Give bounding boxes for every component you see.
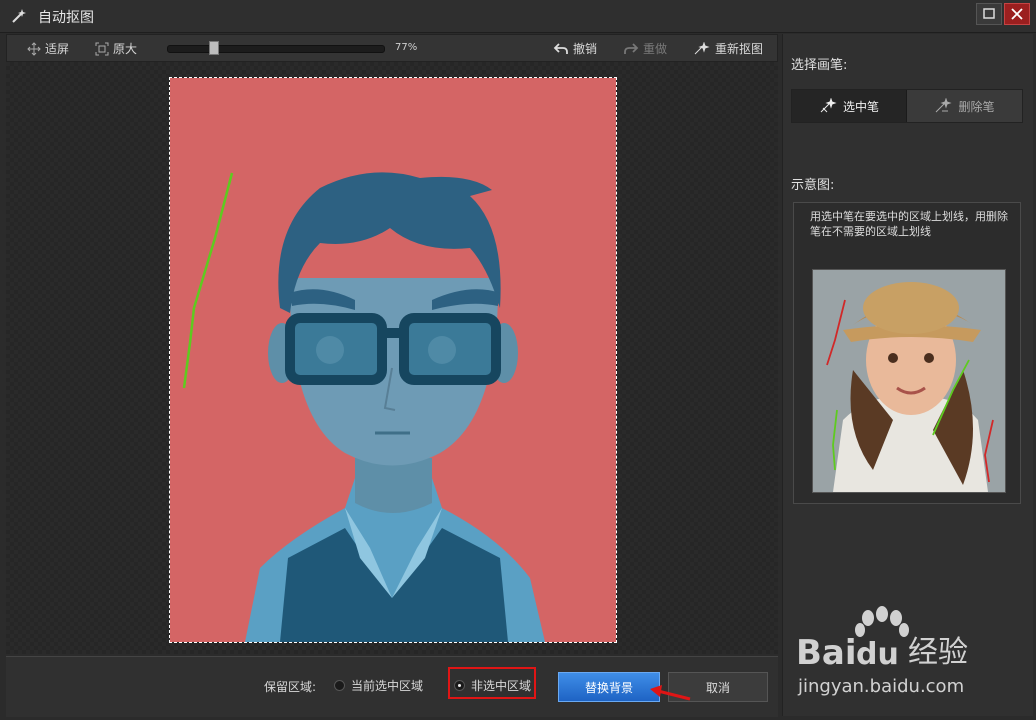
select-pen-icon <box>820 98 837 113</box>
keep-area-label: 保留区域: <box>264 680 317 694</box>
delete-pen-button[interactable]: 删除笔 <box>907 90 1022 122</box>
undo-label: 撤销 <box>573 42 598 56</box>
svg-text:jingyan.baidu.com: jingyan.baidu.com <box>797 676 964 697</box>
radio-current-label: 当前选中区域 <box>351 679 424 693</box>
choose-pen-label: 选择画笔: <box>791 58 848 73</box>
select-pen-button[interactable]: 选中笔 <box>792 90 907 122</box>
baidu-watermark: Bai du 经验 jingyan.baidu.com <box>796 604 996 704</box>
demo-girl-photo <box>812 269 1006 493</box>
original-size-button[interactable]: 原大 <box>95 40 137 57</box>
cartoon-portrait-image <box>170 78 616 642</box>
title-bar: 自动抠图 <box>0 0 1036 33</box>
demo-label: 示意图: <box>791 178 835 193</box>
redo-icon <box>624 42 639 54</box>
redo-button[interactable]: 重做 <box>623 40 667 57</box>
editing-canvas[interactable] <box>6 62 778 654</box>
demo-instructions: 用选中笔在要选中的区域上划线，用删除笔在不需要的区域上划线 <box>810 210 1008 238</box>
radio-non-selected-label: 非选中区域 <box>471 679 532 693</box>
original-size-label: 原大 <box>113 42 138 56</box>
delete-pen-icon <box>936 98 953 113</box>
redo-label: 重做 <box>643 42 668 56</box>
toolbar: 适屏 原大 77% 撤销 重做 重新抠图 <box>6 34 778 62</box>
baidu-paw-logo: Bai du 经验 jingyan.baidu.com <box>796 606 968 697</box>
svg-text:du: du <box>856 637 899 672</box>
replace-background-button[interactable]: 替换背景 <box>558 672 660 702</box>
original-size-icon <box>95 42 109 55</box>
demo-panel: 用选中笔在要选中的区域上划线，用删除笔在不需要的区域上划线 <box>793 202 1021 504</box>
recut-icon <box>694 41 710 54</box>
svg-text:Bai: Bai <box>796 633 857 673</box>
image-preview[interactable] <box>169 77 617 643</box>
select-pen-label: 选中笔 <box>842 99 879 114</box>
fit-screen-icon <box>27 41 41 56</box>
zoom-slider-thumb[interactable] <box>209 41 220 55</box>
zoom-percentage: 77% <box>395 42 418 53</box>
radio-non-selected[interactable]: 非选中区域 <box>454 677 531 694</box>
close-button[interactable] <box>1004 3 1030 25</box>
radio-dot-non-selected <box>454 680 465 691</box>
fit-screen-label: 适屏 <box>45 42 70 56</box>
zoom-slider[interactable] <box>167 41 385 55</box>
maximize-icon <box>983 8 995 19</box>
undo-button[interactable]: 撤销 <box>553 40 597 57</box>
svg-text:经验: 经验 <box>908 635 968 670</box>
recut-button[interactable]: 重新抠图 <box>693 40 763 57</box>
window-title: 自动抠图 <box>38 10 94 26</box>
fit-screen-button[interactable]: 适屏 <box>27 40 69 57</box>
pen-selector: 选中笔 删除笔 <box>791 89 1023 123</box>
magic-wand-icon <box>12 9 26 23</box>
bottom-bar: 保留区域: 当前选中区域 非选中区域 替换背景 取消 <box>6 656 778 717</box>
delete-pen-label: 删除笔 <box>958 99 995 114</box>
maximize-button[interactable] <box>976 3 1002 25</box>
annotation-arrow-icon <box>650 685 691 701</box>
recut-label: 重新抠图 <box>715 42 764 56</box>
radio-current-selected[interactable]: 当前选中区域 <box>334 677 423 694</box>
close-icon <box>1011 8 1023 20</box>
undo-icon <box>553 42 568 54</box>
radio-dot-current <box>334 680 345 691</box>
